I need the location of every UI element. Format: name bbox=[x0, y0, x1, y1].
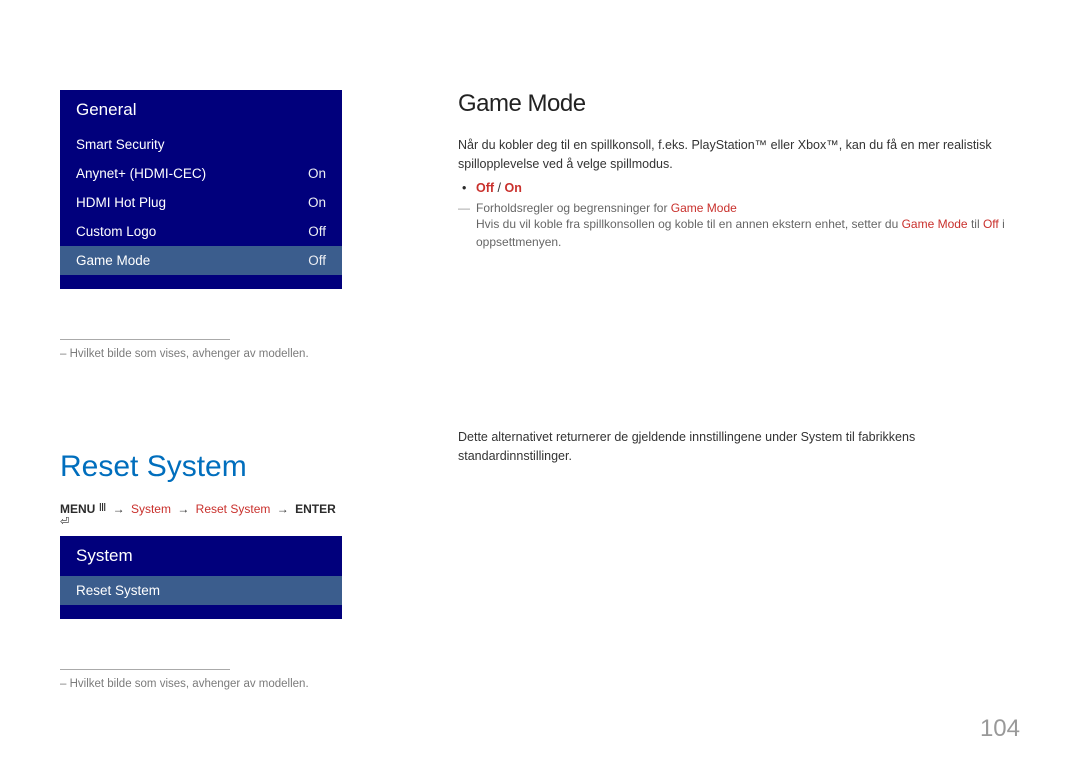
menu-item-value: Off bbox=[308, 253, 326, 268]
menu-item-custom-logo: Custom Logo Off bbox=[60, 217, 342, 246]
general-menu-panel: General Smart Security Anynet+ (HDMI-CEC… bbox=[60, 90, 342, 289]
breadcrumb: MENU Ⅲ → System → Reset System → ENTER ⏎ bbox=[60, 502, 342, 530]
menu-item-label: Custom Logo bbox=[76, 224, 156, 239]
menu-footer bbox=[60, 275, 342, 289]
menu-item-label: Smart Security bbox=[76, 137, 165, 152]
system-menu-panel: System Reset System bbox=[60, 536, 342, 619]
game-mode-body: Når du kobler deg til en spillkonsoll, f… bbox=[458, 136, 1020, 175]
page-number: 104 bbox=[980, 715, 1020, 743]
menu-item-value: Off bbox=[308, 224, 326, 239]
reset-system-body: Dette alternativet returnerer de gjelden… bbox=[458, 428, 1020, 467]
breadcrumb-system: System bbox=[131, 502, 171, 516]
note-title-highlight: Game Mode bbox=[671, 201, 737, 215]
breadcrumb-menu: MENU bbox=[60, 502, 95, 516]
menu-item-game-mode: Game Mode Off bbox=[60, 246, 342, 275]
enter-icon: ⏎ bbox=[60, 517, 69, 528]
menu-footer bbox=[60, 605, 342, 619]
reset-system-heading: Reset System bbox=[60, 450, 342, 484]
option-off: Off bbox=[476, 181, 494, 195]
image-caption: – Hvilket bilde som vises, avhenger av m… bbox=[60, 348, 342, 360]
menu-item-value: On bbox=[308, 166, 326, 181]
game-mode-note: Forholdsregler og begrensninger for Game… bbox=[458, 201, 1020, 252]
game-mode-options: Off / On bbox=[458, 181, 1020, 195]
menu-item-label: Reset System bbox=[76, 583, 160, 598]
note-body-mid: til bbox=[968, 217, 983, 231]
general-menu-header: General bbox=[60, 90, 342, 130]
menu-item-label: Anynet+ (HDMI-CEC) bbox=[76, 166, 206, 181]
breadcrumb-reset: Reset System bbox=[196, 502, 271, 516]
divider bbox=[60, 339, 230, 340]
breadcrumb-enter: ENTER bbox=[295, 502, 336, 516]
arrow-icon: → bbox=[177, 502, 189, 516]
menu-item-value: On bbox=[308, 195, 326, 210]
note-body-off: Off bbox=[983, 217, 999, 231]
arrow-icon: → bbox=[113, 502, 125, 516]
arrow-icon: → bbox=[277, 502, 289, 516]
system-menu-header: System bbox=[60, 536, 342, 576]
note-title-pre: Forholdsregler og begrensninger for bbox=[476, 201, 671, 215]
menu-item-smart-security: Smart Security bbox=[60, 130, 342, 159]
option-separator: / bbox=[498, 181, 505, 195]
image-caption: – Hvilket bilde som vises, avhenger av m… bbox=[60, 678, 342, 690]
note-body-hl: Game Mode bbox=[902, 217, 968, 231]
menu-item-label: HDMI Hot Plug bbox=[76, 195, 166, 210]
divider bbox=[60, 669, 230, 670]
note-body-pre: Hvis du vil koble fra spillkonsollen og … bbox=[476, 217, 902, 231]
menu-item-reset-system: Reset System bbox=[60, 576, 342, 605]
menu-item-label: Game Mode bbox=[76, 253, 150, 268]
menu-icon: Ⅲ bbox=[99, 503, 107, 514]
menu-item-hdmi-hotplug: HDMI Hot Plug On bbox=[60, 188, 342, 217]
option-on: On bbox=[505, 181, 522, 195]
menu-item-anynet: Anynet+ (HDMI-CEC) On bbox=[60, 159, 342, 188]
game-mode-title: Game Mode bbox=[458, 90, 1020, 118]
